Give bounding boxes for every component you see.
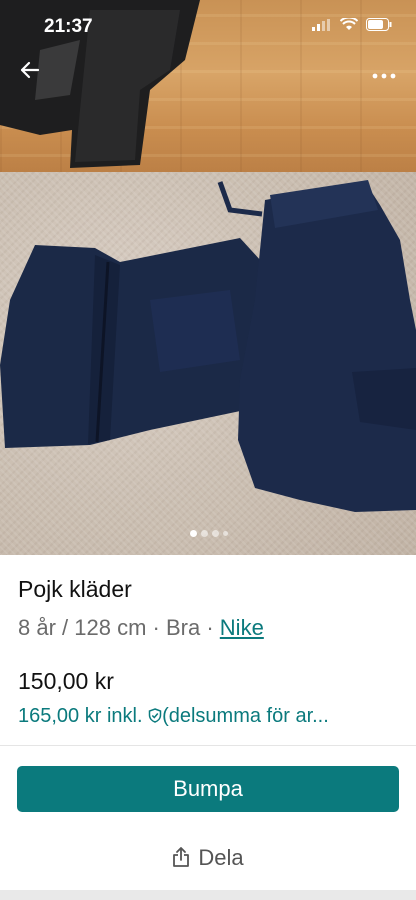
product-photo[interactable]: 21:37 <box>0 0 416 555</box>
signal-icon <box>312 18 330 31</box>
share-label: Dela <box>198 845 244 870</box>
item-info: Pojk kläder 8 år / 128 cm · Bra · Nike <box>18 576 398 641</box>
item-brand-link[interactable]: Nike <box>220 615 264 640</box>
item-meta: 8 år / 128 cm · Bra · Nike <box>18 615 398 641</box>
clothing-illustration <box>0 0 416 512</box>
section-divider <box>0 745 416 746</box>
item-condition: Bra <box>165 615 201 640</box>
more-horizontal-icon <box>372 73 396 79</box>
item-price: 150,00 kr <box>18 668 114 694</box>
bump-button[interactable]: Bumpa <box>17 766 399 812</box>
gallery-pagination <box>190 530 228 537</box>
price-including-protection[interactable]: 165,00 kr inkl. (delsumma för ar... <box>18 705 403 728</box>
share-icon <box>173 847 190 867</box>
status-icons <box>312 18 392 31</box>
back-button[interactable] <box>14 58 46 86</box>
gallery-dot[interactable] <box>223 531 228 536</box>
shield-check-icon <box>148 708 162 723</box>
more-button[interactable] <box>372 58 396 86</box>
battery-icon <box>366 18 392 31</box>
bottom-bar <box>0 890 416 900</box>
share-button[interactable]: Dela <box>0 845 416 871</box>
wifi-icon <box>340 18 358 30</box>
item-size: 8 år / 128 cm <box>18 615 147 640</box>
price-incl-amount: 165,00 kr inkl. <box>18 705 143 727</box>
gallery-dot[interactable] <box>190 530 197 537</box>
status-time: 21:37 <box>44 16 93 37</box>
arrow-left-icon <box>20 61 40 79</box>
meta-separator: · <box>206 615 214 640</box>
gallery-dot[interactable] <box>212 530 219 537</box>
meta-separator: · <box>152 615 160 640</box>
gallery-dot[interactable] <box>201 530 208 537</box>
item-title: Pojk kläder <box>18 576 132 602</box>
protection-note: (delsumma för ar... <box>162 705 329 727</box>
